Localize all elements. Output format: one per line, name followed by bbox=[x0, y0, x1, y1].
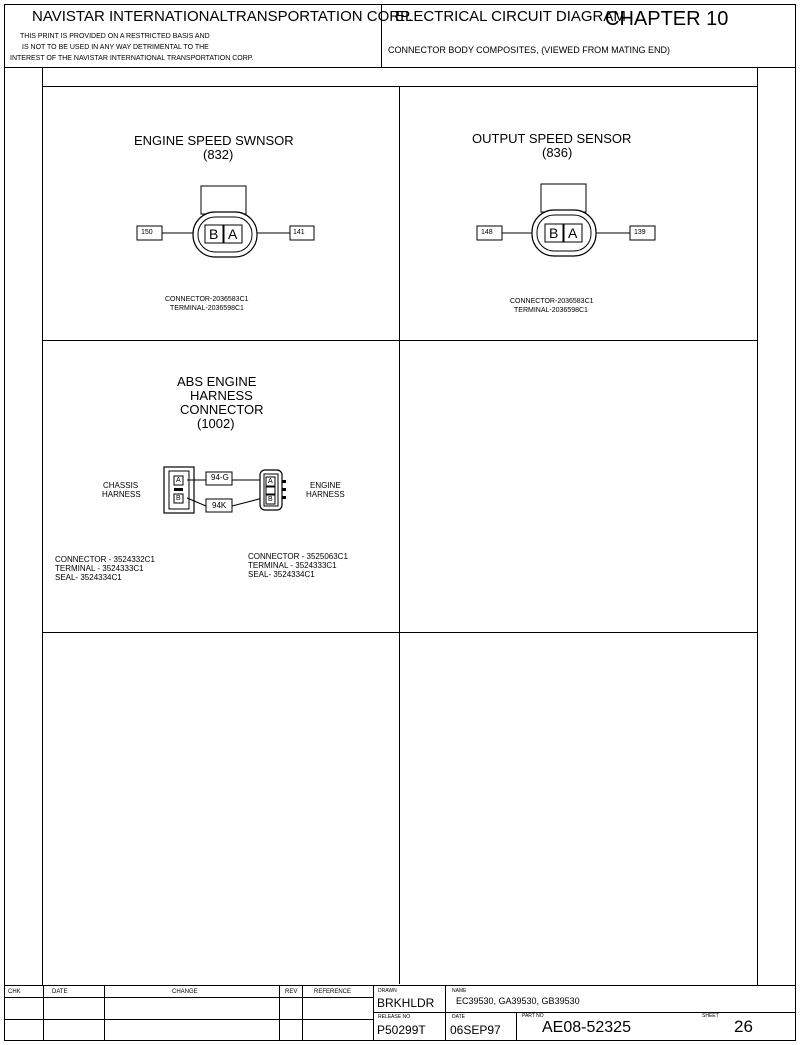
abs-right-pin-a: A bbox=[268, 478, 273, 485]
rev-col-line-4 bbox=[302, 985, 303, 1041]
part-label: PART NO bbox=[522, 1013, 544, 1019]
abs-left-connector-part: CONNECTOR - 3524332C1 bbox=[55, 555, 155, 564]
abs-wire-bottom-right bbox=[231, 497, 264, 507]
sheet-value: 26 bbox=[734, 1017, 753, 1036]
name-value: EC39530, GA39530, GB39530 bbox=[456, 996, 580, 1006]
abs-left-pin-b: B bbox=[176, 495, 181, 502]
col-date: DATE bbox=[52, 989, 68, 995]
rev-col-line-5 bbox=[373, 985, 374, 1041]
abs-wire-top-label: 94-G bbox=[211, 473, 229, 482]
date-label: DATE bbox=[452, 1014, 465, 1020]
release-label: RELEASE NO bbox=[378, 1014, 410, 1020]
abs-left-terminal-part: TERMINAL - 3524333C1 bbox=[55, 564, 144, 573]
abs-right-tab-1 bbox=[282, 480, 286, 483]
info-vline-1 bbox=[445, 985, 446, 1041]
abs-left-pin-a: A bbox=[176, 477, 181, 484]
rev-table-hline-2 bbox=[4, 1019, 373, 1020]
abs-left-seal-part: SEAL- 3524334C1 bbox=[55, 573, 122, 582]
abs-wire-bottom-label: 94K bbox=[212, 501, 227, 510]
rev-col-line-2 bbox=[104, 985, 105, 1041]
sheet-label: SHEET bbox=[702, 1013, 719, 1019]
abs-right-terminal-part: TERMINAL - 3524333C1 bbox=[248, 561, 337, 570]
info-vline-2 bbox=[516, 1012, 517, 1041]
col-change: CHANGE bbox=[172, 989, 198, 995]
col-chk: CHK bbox=[8, 989, 21, 995]
drawn-value: BRKHLDR bbox=[377, 996, 435, 1010]
rev-col-line-1 bbox=[43, 985, 44, 1041]
drawn-label: DRAWN bbox=[378, 988, 397, 994]
rev-col-line-3 bbox=[279, 985, 280, 1041]
release-value: P50299T bbox=[377, 1023, 426, 1037]
info-hline bbox=[373, 1012, 796, 1013]
abs-right-pin-b: B bbox=[268, 496, 273, 503]
abs-right-pin-mid-box bbox=[265, 486, 276, 495]
abs-right-seal-part: SEAL- 3524334C1 bbox=[248, 570, 315, 579]
col-rev: REV bbox=[285, 989, 298, 995]
part-value: AE08-52325 bbox=[542, 1019, 631, 1036]
abs-left-latch bbox=[174, 488, 183, 491]
abs-right-tab-2 bbox=[282, 488, 286, 491]
rev-table-hline-1 bbox=[4, 997, 373, 998]
name-label: NAME bbox=[452, 988, 467, 994]
abs-right-tab-3 bbox=[282, 496, 286, 499]
col-reference: REFERENCE bbox=[314, 989, 352, 995]
date-value: 06SEP97 bbox=[450, 1023, 501, 1037]
abs-right-connector-part: CONNECTOR - 3525063C1 bbox=[248, 552, 348, 561]
abs-connector-drawing bbox=[163, 466, 286, 514]
